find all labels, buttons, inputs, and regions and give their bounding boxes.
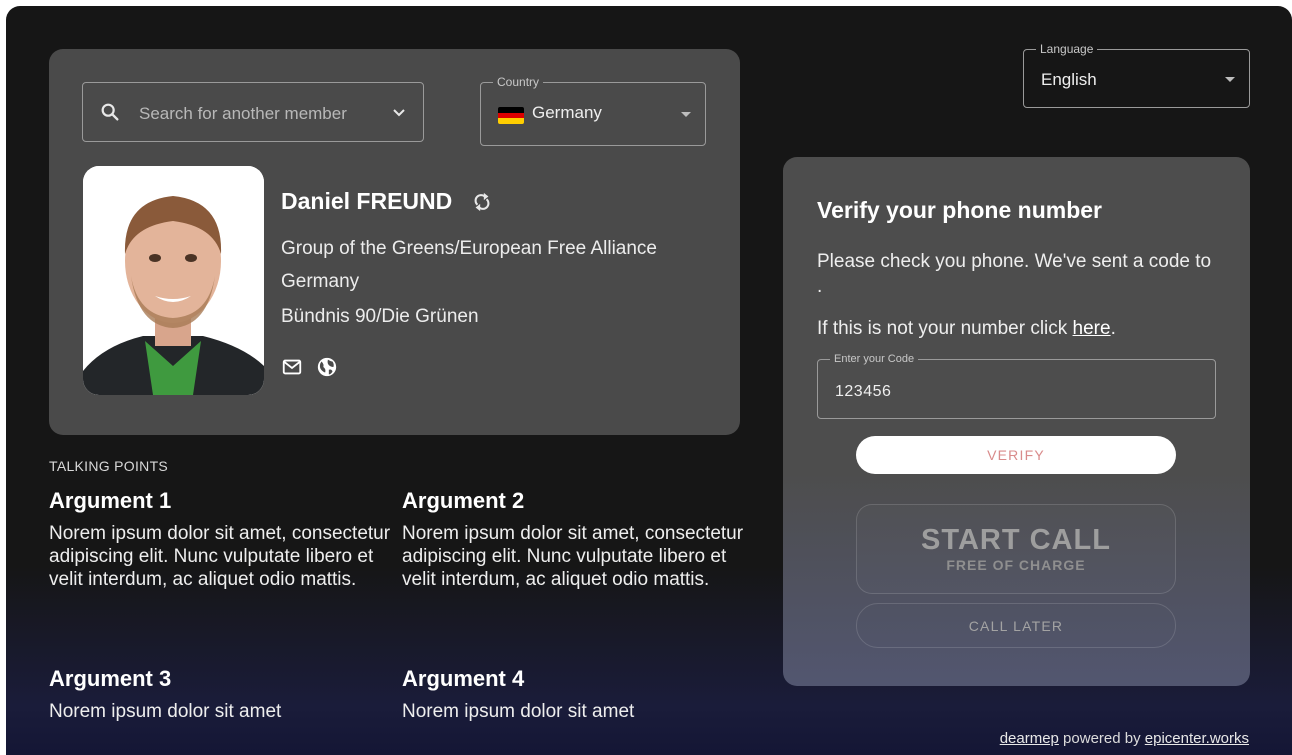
argument-card: Argument 1 Norem ipsum dolor sit amet, c… [49, 488, 394, 591]
member-search-field[interactable] [82, 82, 424, 142]
mep-country: Germany [281, 271, 360, 292]
portrait-image [83, 166, 264, 395]
mail-icon[interactable] [281, 356, 303, 378]
argument-title: Argument 2 [402, 488, 525, 513]
argument-card: Argument 3 Norem ipsum dolor sit amet [49, 666, 394, 723]
language-value: English [1041, 70, 1097, 89]
verify-button[interactable]: Verify [856, 436, 1176, 474]
refresh-icon[interactable] [471, 191, 493, 213]
language-select[interactable]: Language English [1023, 41, 1250, 108]
germany-flag-icon [498, 107, 524, 124]
argument-body: Norem ipsum dolor sit amet [402, 701, 635, 722]
code-field[interactable]: Enter your Code [817, 351, 1216, 419]
start-call-sub: FREE OF CHARGE [946, 557, 1086, 573]
start-call-label: START CALL [921, 524, 1111, 556]
epicenter-link[interactable]: epicenter.works [1145, 730, 1249, 747]
argument-card: Argument 4 Norem ipsum dolor sit amet [402, 666, 747, 723]
wrong-number-prefix: If this is not your number click [817, 318, 1073, 339]
argument-card: Argument 2 Norem ipsum dolor sit amet, c… [402, 488, 747, 591]
start-call-button[interactable]: START CALL FREE OF CHARGE [856, 504, 1176, 594]
app-frame: Country Germany Danie [6, 6, 1292, 755]
code-label: Enter your Code [830, 351, 919, 367]
chevron-down-icon[interactable] [391, 105, 407, 121]
wrong-number-suffix: . [1110, 318, 1116, 339]
argument-body: Norem ipsum dolor sit amet, consectetur … [49, 523, 391, 590]
argument-title: Argument 4 [402, 666, 525, 691]
language-label: Language [1036, 41, 1098, 57]
dropdown-arrow-icon [681, 112, 691, 117]
country-label: Country [493, 74, 544, 90]
verify-card: Verify your phone number Please check yo… [783, 157, 1250, 686]
mep-party: Bündnis 90/Die Grünen [281, 306, 479, 327]
argument-body: Norem ipsum dolor sit amet [49, 701, 282, 722]
mep-group: Group of the Greens/European Free Allian… [281, 238, 658, 259]
wrong-number-text: If this is not your number click here. [817, 316, 1217, 341]
verify-info: Please check you phone. We've sent a cod… [817, 251, 1212, 297]
code-input[interactable] [833, 378, 1137, 406]
country-select[interactable]: Country Germany [480, 74, 706, 146]
search-icon [101, 103, 119, 121]
mep-name: Daniel FREUND [281, 188, 453, 214]
here-link[interactable]: here [1073, 318, 1111, 339]
mep-photo [83, 166, 264, 395]
argument-body: Norem ipsum dolor sit amet, consectetur … [402, 523, 744, 590]
dearmep-link[interactable]: dearmep [1000, 730, 1059, 747]
globe-icon[interactable] [316, 356, 338, 378]
argument-title: Argument 1 [49, 488, 172, 513]
talking-points-heading: Talking Points [49, 458, 169, 474]
argument-title: Argument 3 [49, 666, 172, 691]
dropdown-arrow-icon [1225, 77, 1235, 82]
verify-title: Verify your phone number [817, 197, 1102, 223]
call-later-button[interactable]: CALL LATER [856, 603, 1176, 648]
footer-text: powered by [1058, 730, 1145, 747]
search-input[interactable] [137, 97, 371, 131]
footer: dearmep powered by epicenter.works [1000, 730, 1249, 747]
mep-card: Country Germany Danie [49, 49, 740, 435]
country-value: Germany [532, 103, 602, 122]
